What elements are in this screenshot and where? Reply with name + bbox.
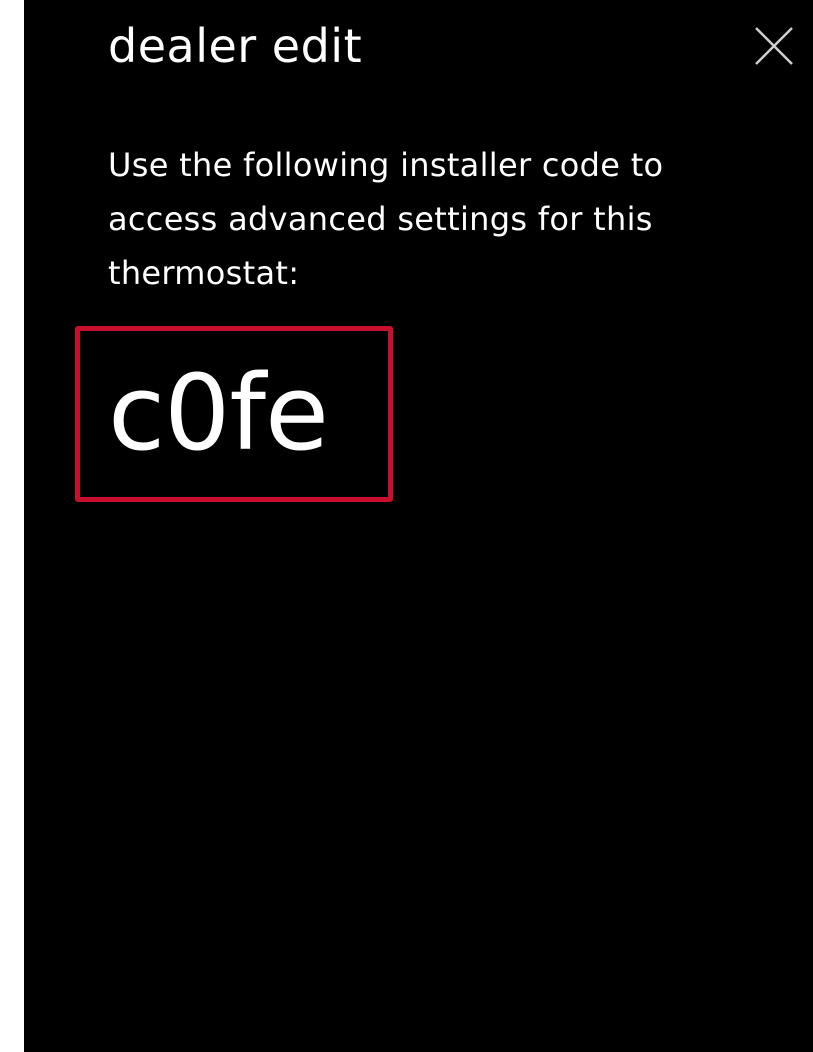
installer-code: c0fe — [108, 352, 329, 474]
close-button[interactable] — [752, 24, 796, 68]
installer-code-highlight: c0fe — [75, 326, 393, 502]
dealer-edit-screen: dealer edit Use the following installer … — [24, 0, 813, 1052]
instruction-text: Use the following installer code to acce… — [108, 146, 664, 292]
close-icon — [755, 27, 793, 65]
page-title: dealer edit — [108, 19, 363, 73]
